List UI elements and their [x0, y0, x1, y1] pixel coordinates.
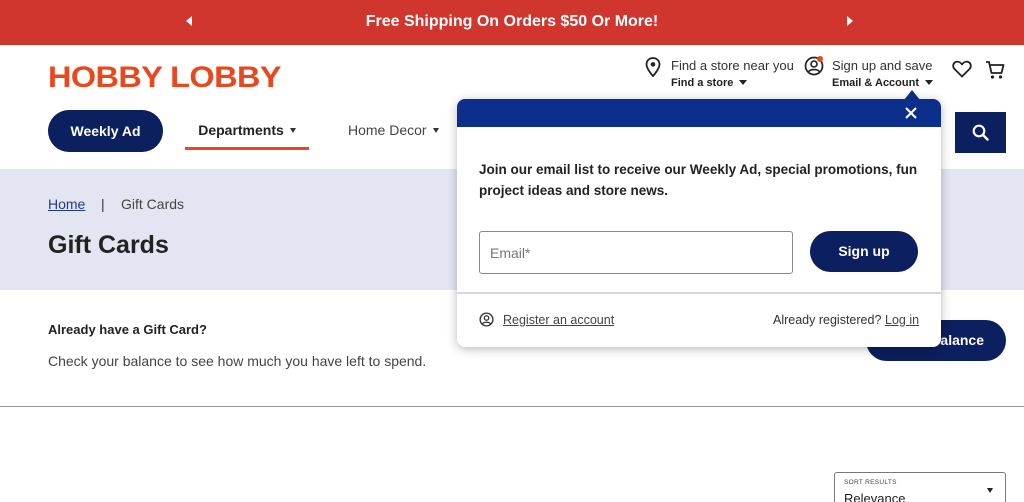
- search-button[interactable]: [955, 112, 1006, 153]
- popup-header: [457, 99, 941, 127]
- chevron-right-icon[interactable]: [847, 16, 853, 26]
- page-title: Gift Cards: [48, 231, 169, 259]
- caret-down-icon: [289, 128, 296, 133]
- email-signup-popup: Join our email list to receive our Weekl…: [457, 99, 941, 347]
- popup-message: Join our email list to receive our Weekl…: [479, 162, 918, 198]
- caret-down-icon: [987, 488, 993, 493]
- promo-bar: Free Shipping On Orders $50 Or More!: [0, 0, 1024, 45]
- sort-value: Relevance: [844, 491, 906, 502]
- account-title[interactable]: Sign up and save: [832, 58, 932, 73]
- find-store-dropdown[interactable]: Find a store: [671, 77, 748, 89]
- register-account-link[interactable]: Register an account: [503, 313, 614, 327]
- map-pin-icon[interactable]: [645, 57, 661, 77]
- notification-dot: [817, 56, 823, 62]
- section-divider: [0, 406, 1024, 407]
- breadcrumb-home-link[interactable]: Home: [48, 196, 85, 212]
- email-field[interactable]: [479, 231, 793, 274]
- popup-divider: [457, 292, 941, 294]
- sign-up-button[interactable]: Sign up: [810, 231, 918, 272]
- search-icon: [972, 124, 989, 141]
- user-circle-icon: [479, 312, 494, 327]
- departments-label: Departments: [198, 122, 284, 138]
- already-registered-text: Already registered?: [773, 313, 882, 327]
- breadcrumb-separator: |: [101, 196, 105, 212]
- sort-label: SORT RESULTS: [844, 479, 897, 486]
- account-label: Email & Account: [832, 77, 919, 89]
- sort-select[interactable]: SORT RESULTS Relevance: [834, 472, 1006, 502]
- find-store-title[interactable]: Find a store near you: [671, 58, 794, 73]
- weekly-ad-button[interactable]: Weekly Ad: [48, 110, 163, 152]
- find-store-label: Find a store: [671, 77, 734, 89]
- gift-card-heading: Already have a Gift Card?: [48, 322, 207, 337]
- home-decor-label: Home Decor: [348, 122, 427, 138]
- departments-menu[interactable]: Departments: [185, 110, 309, 150]
- promo-text[interactable]: Free Shipping On Orders $50 Or More!: [0, 13, 1024, 31]
- caret-down-icon: [739, 80, 748, 85]
- logo[interactable]: HOBBY LOBBY: [48, 61, 281, 95]
- close-icon[interactable]: [903, 105, 919, 121]
- breadcrumb-current: Gift Cards: [121, 196, 185, 212]
- log-in-link[interactable]: Log in: [885, 313, 919, 327]
- cart-icon[interactable]: [985, 60, 1005, 80]
- home-decor-menu[interactable]: Home Decor: [348, 110, 439, 150]
- caret-down-icon: [925, 80, 933, 85]
- account-dropdown[interactable]: Email & Account: [832, 77, 933, 89]
- gift-card-text: Check your balance to see how much you h…: [48, 353, 427, 369]
- heart-icon[interactable]: [952, 60, 972, 78]
- caret-down-icon: [432, 128, 439, 133]
